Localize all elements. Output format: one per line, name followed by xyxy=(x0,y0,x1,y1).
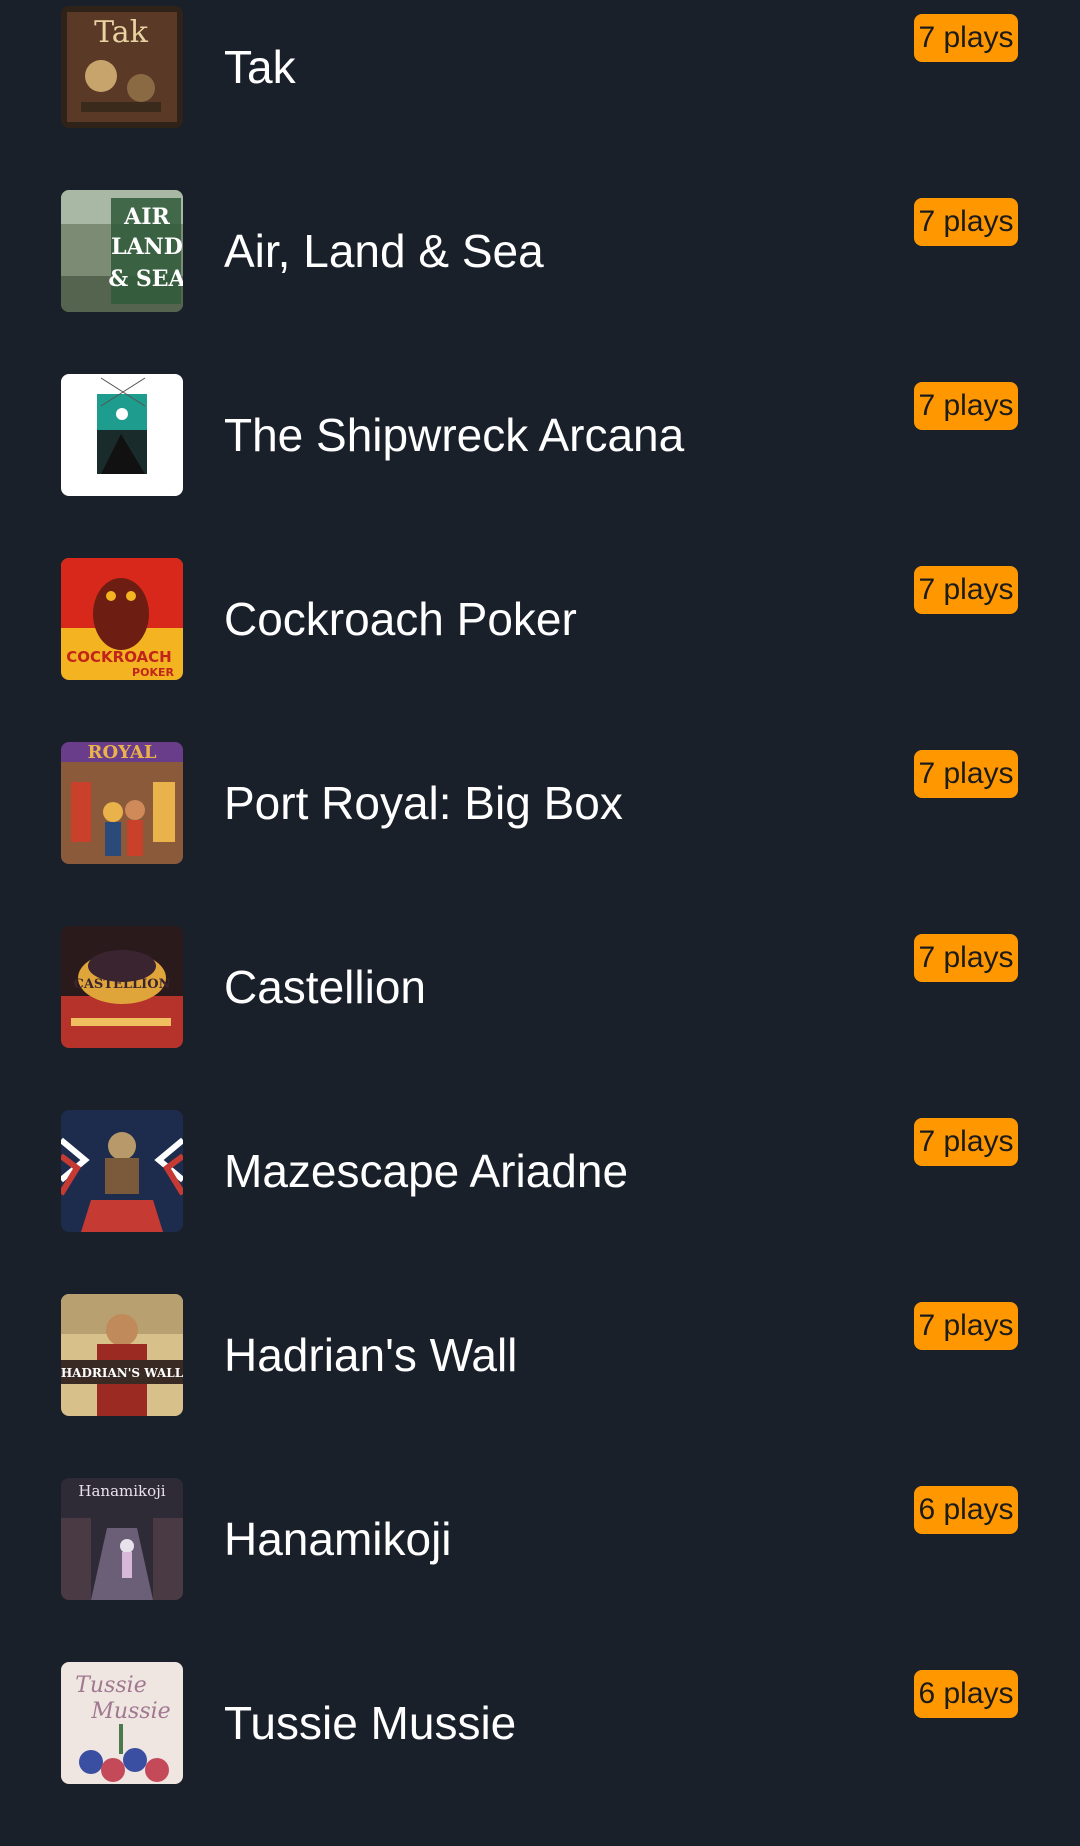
game-title: Mazescape Ariadne xyxy=(224,1145,629,1197)
game-title: Cockroach Poker xyxy=(224,593,577,645)
game-title: Hadrian's Wall xyxy=(224,1329,518,1381)
svg-text:& SEA: & SEA xyxy=(108,266,183,292)
game-row-cockroach-poker[interactable]: COCKROACH POKER Cockroach Poker 7 plays xyxy=(0,558,1080,742)
game-cover-image: Tak xyxy=(61,6,183,128)
game-title: Tussie Mussie xyxy=(224,1697,517,1749)
plays-count-badge: 7 plays xyxy=(914,566,1018,614)
svg-text:ROYAL: ROYAL xyxy=(88,742,157,763)
svg-text:COCKROACH: COCKROACH xyxy=(66,648,171,666)
game-title: Air, Land & Sea xyxy=(224,225,544,277)
game-cover-image xyxy=(61,1110,183,1232)
svg-text:LAND: LAND xyxy=(111,234,183,260)
svg-text:Mussie: Mussie xyxy=(90,1699,170,1724)
game-row-tussie-mussie[interactable]: Tussie Mussie Tussie Mussie 6 plays xyxy=(0,1662,1080,1846)
game-row-shipwreck-arcana[interactable]: The Shipwreck Arcana 7 plays xyxy=(0,374,1080,558)
game-row-hanamikoji[interactable]: Hanamikoji Hanamikoji 6 plays xyxy=(0,1478,1080,1662)
game-row-mazescape-ariadne[interactable]: Mazescape Ariadne 7 plays xyxy=(0,1110,1080,1294)
game-row-hadrians-wall[interactable]: HADRIAN'S WALL Hadrian's Wall 7 plays xyxy=(0,1294,1080,1478)
plays-count-badge: 7 plays xyxy=(914,1118,1018,1166)
game-cover-image: Tussie Mussie xyxy=(61,1662,183,1784)
svg-text:Tussie: Tussie xyxy=(75,1673,146,1698)
game-cover-image: ROYAL xyxy=(61,742,183,864)
svg-text:AIR: AIR xyxy=(123,204,170,230)
plays-count-badge: 7 plays xyxy=(914,750,1018,798)
plays-count-badge: 7 plays xyxy=(914,198,1018,246)
game-play-list: Tak Tak 7 plays AIR LAND & SEA Air, Land… xyxy=(0,0,1080,1821)
game-title: Port Royal: Big Box xyxy=(224,777,623,829)
plays-count-badge: 6 plays xyxy=(914,1486,1018,1534)
game-row-air-land-sea[interactable]: AIR LAND & SEA Air, Land & Sea 7 plays xyxy=(0,190,1080,374)
game-title: Hanamikoji xyxy=(224,1513,452,1565)
game-title: Castellion xyxy=(224,961,426,1013)
game-cover-image: COCKROACH POKER xyxy=(61,558,183,680)
game-title: Tak xyxy=(224,41,296,93)
svg-text:Tak: Tak xyxy=(94,15,149,50)
svg-text:POKER: POKER xyxy=(132,666,174,679)
plays-count-badge: 7 plays xyxy=(914,14,1018,62)
game-cover-image xyxy=(61,374,183,496)
game-cover-image: CASTELLION xyxy=(61,926,183,1048)
svg-text:Hanamikoji: Hanamikoji xyxy=(78,1482,165,1500)
plays-count-badge: 7 plays xyxy=(914,1302,1018,1350)
svg-text:CASTELLION: CASTELLION xyxy=(74,977,171,992)
plays-count-badge: 6 plays xyxy=(914,1670,1018,1718)
game-row-castellion[interactable]: CASTELLION Castellion 7 plays xyxy=(0,926,1080,1110)
plays-count-badge: 7 plays xyxy=(914,382,1018,430)
plays-count-badge: 7 plays xyxy=(914,934,1018,982)
game-cover-image: HADRIAN'S WALL xyxy=(61,1294,183,1416)
game-row-port-royal[interactable]: ROYAL Port Royal: Big Box 7 plays xyxy=(0,742,1080,926)
game-cover-image: Hanamikoji xyxy=(61,1478,183,1600)
game-title: The Shipwreck Arcana xyxy=(224,409,685,461)
svg-text:HADRIAN'S WALL: HADRIAN'S WALL xyxy=(61,1366,183,1380)
game-row-tak[interactable]: Tak Tak 7 plays xyxy=(0,6,1080,190)
game-cover-image: AIR LAND & SEA xyxy=(61,190,183,312)
